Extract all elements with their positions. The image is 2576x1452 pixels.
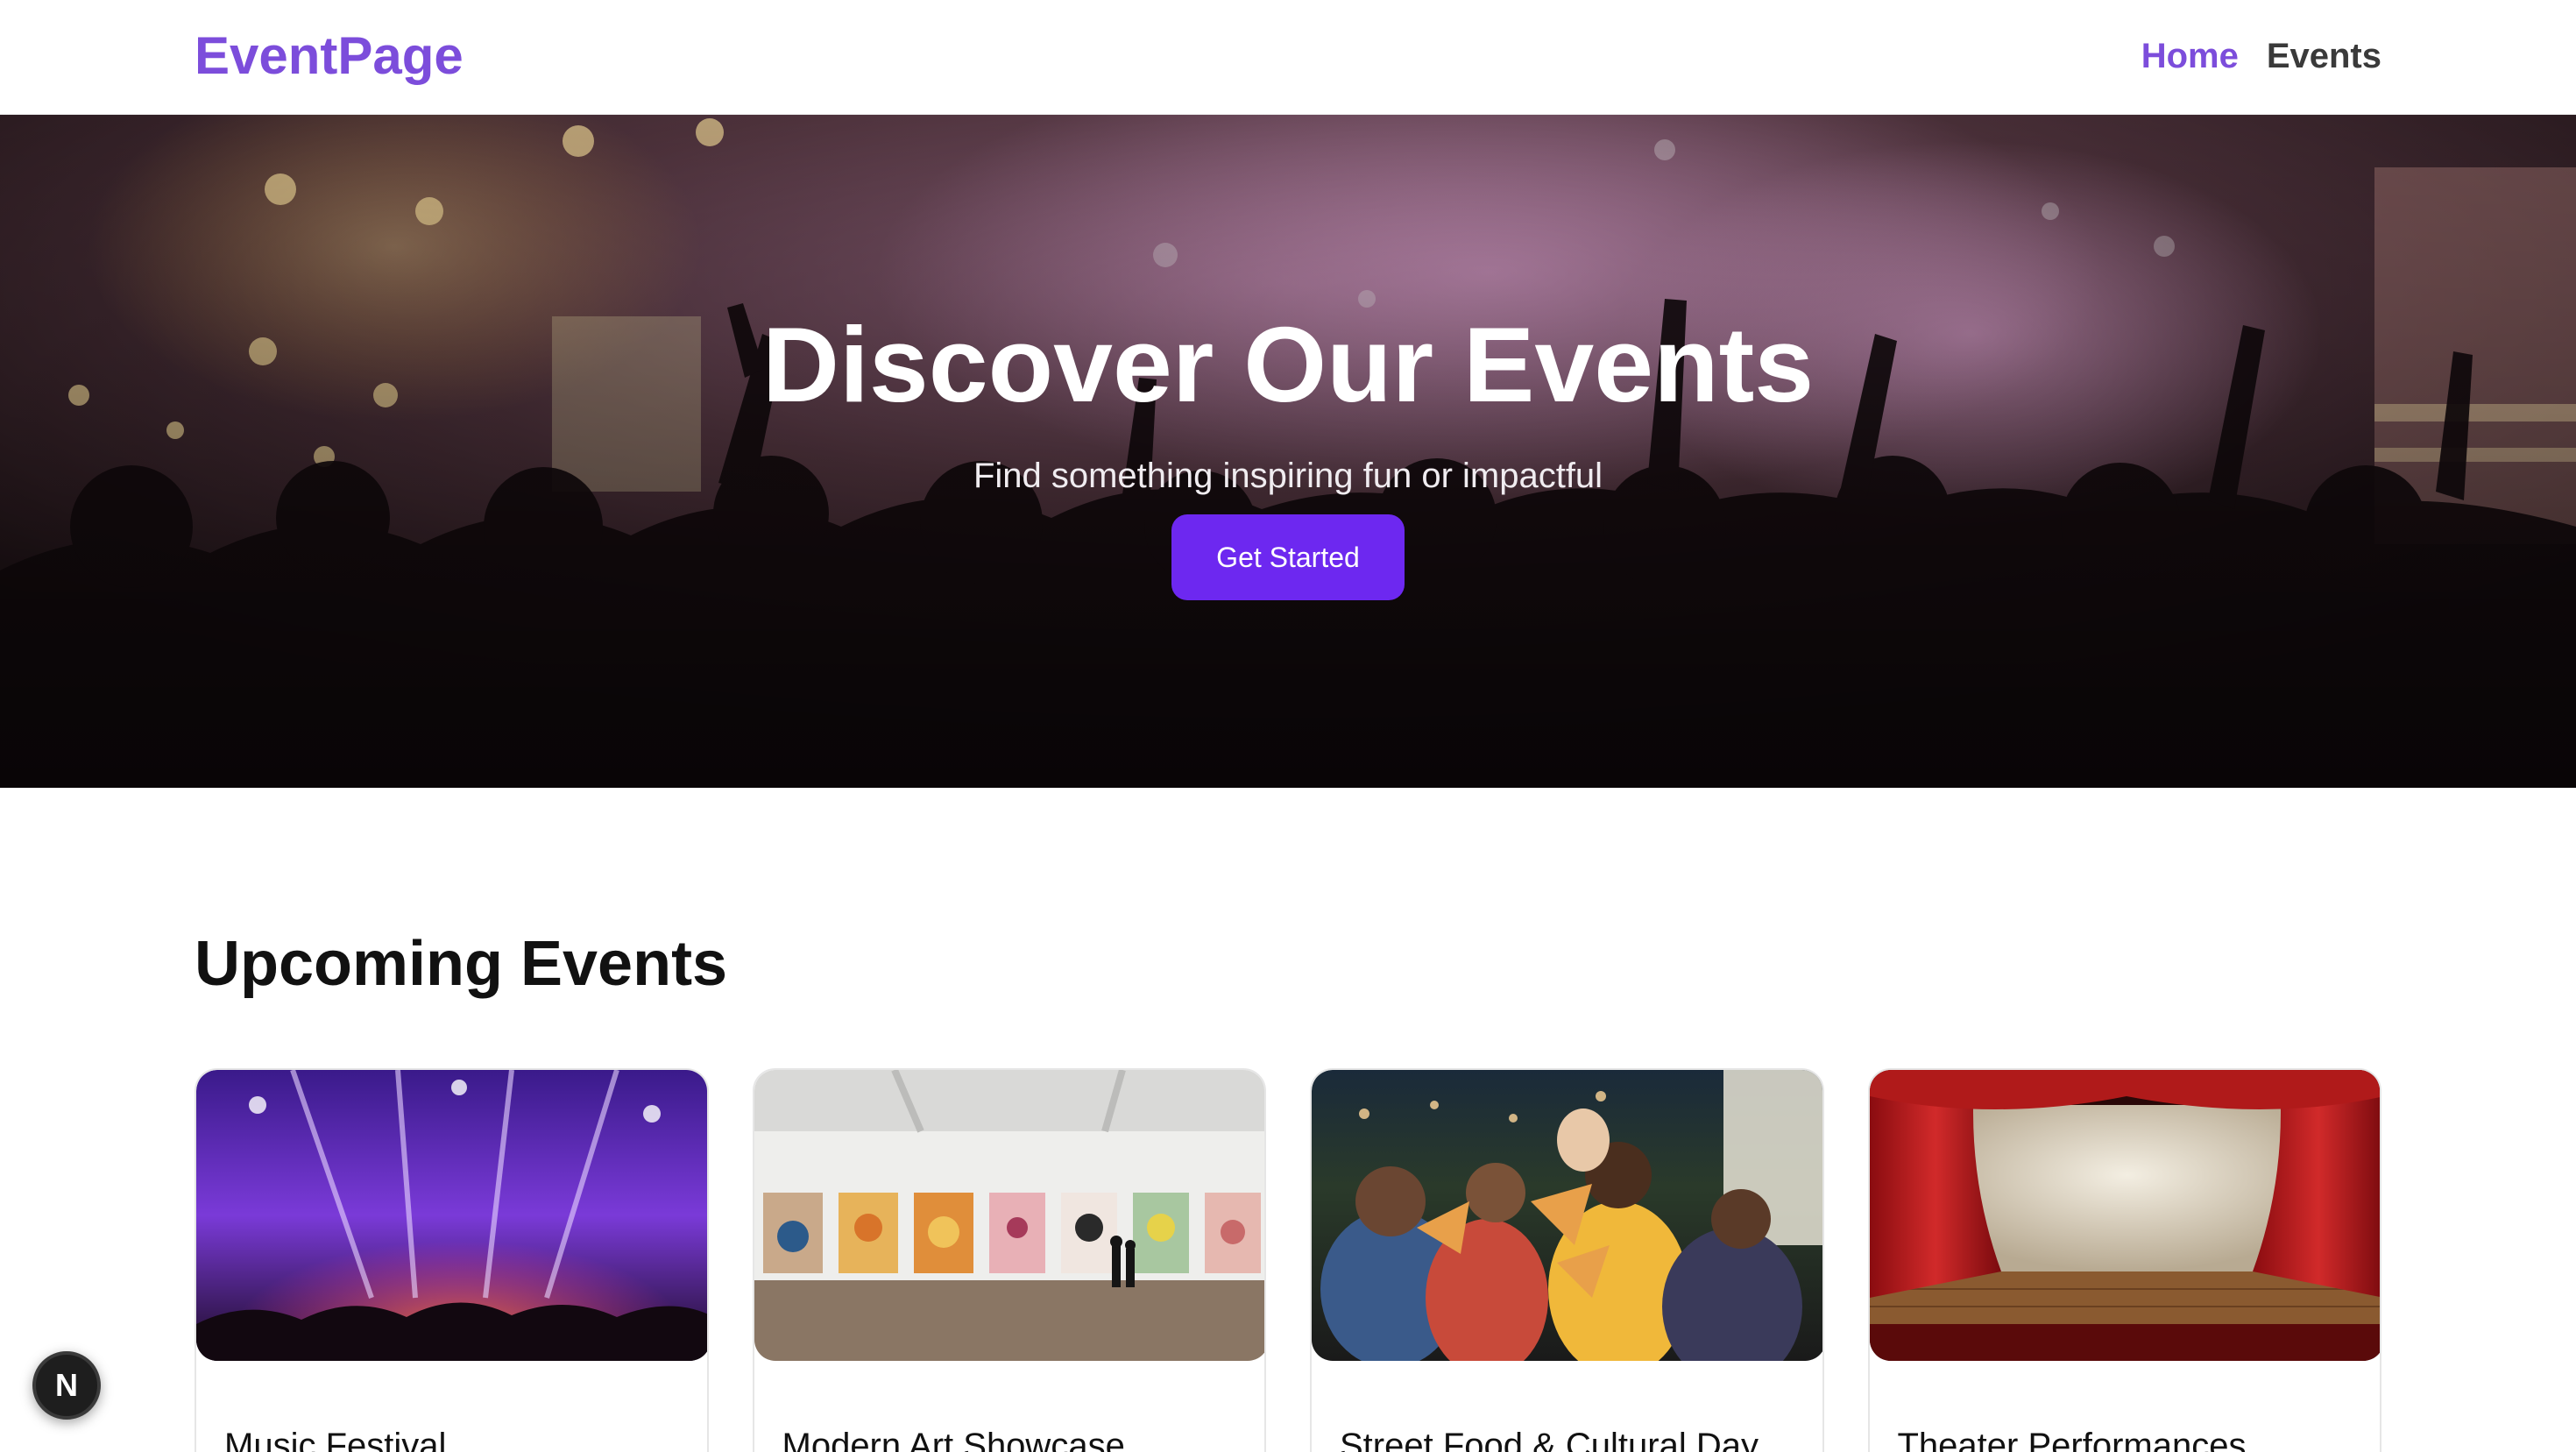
event-card[interactable]: Street Food & Cultural Day bbox=[1310, 1068, 1824, 1452]
concert-stage-image bbox=[196, 1070, 707, 1385]
event-card-title: Theater Performances bbox=[1897, 1427, 2247, 1452]
event-card-title: Music Festival bbox=[224, 1427, 447, 1452]
get-started-button[interactable]: Get Started bbox=[1171, 514, 1405, 600]
event-card-list: Music Festival Modern Art Showcase Stree… bbox=[195, 1068, 2381, 1452]
hero-subtitle: Find something inspiring fun or impactfu… bbox=[973, 457, 1603, 495]
event-card[interactable]: Music Festival bbox=[195, 1068, 709, 1452]
event-card-title: Street Food & Cultural Day bbox=[1340, 1427, 1759, 1452]
section-title: Upcoming Events bbox=[195, 929, 728, 999]
event-card[interactable]: Theater Performances bbox=[1867, 1068, 2381, 1452]
friends-eating-pizza-image bbox=[1312, 1070, 1822, 1385]
art-gallery-image bbox=[754, 1070, 1265, 1361]
hero-content: Discover Our Events Find something inspi… bbox=[0, 115, 2576, 788]
theater-curtain-stage-image bbox=[1869, 1070, 2381, 1361]
main-nav: Home Events bbox=[2141, 32, 2381, 81]
event-card[interactable]: Modern Art Showcase bbox=[752, 1068, 1266, 1452]
n-logo-icon[interactable]: N bbox=[32, 1351, 101, 1420]
hero-title: Discover Our Events bbox=[761, 305, 1815, 424]
nav-link-home[interactable]: Home bbox=[2141, 32, 2239, 81]
hero-banner: Discover Our Events Find something inspi… bbox=[0, 115, 2576, 788]
brand-logo[interactable]: EventPage bbox=[195, 25, 464, 88]
event-card-title: Modern Art Showcase bbox=[782, 1427, 1125, 1452]
nav-link-events[interactable]: Events bbox=[2267, 32, 2381, 81]
navbar: EventPage Home Events bbox=[0, 0, 2576, 115]
